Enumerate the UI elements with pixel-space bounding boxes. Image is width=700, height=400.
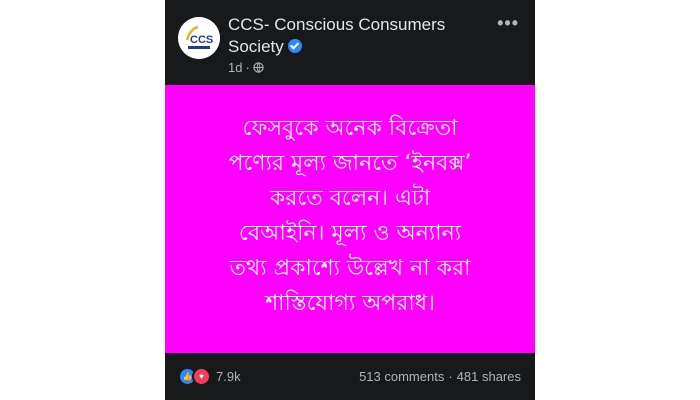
page-avatar[interactable]: CCS — [178, 17, 220, 59]
verified-badge-icon — [287, 39, 302, 53]
facebook-post: CCS CCS- Conscious Consumers Society 1d … — [165, 0, 535, 400]
globe-icon — [253, 62, 264, 73]
meta-separator: · — [245, 60, 250, 75]
post-stats: 👍 ♥ 7.9k 513 comments · 481 shares — [165, 366, 535, 386]
love-icon: ♥ — [192, 366, 211, 386]
post-text-line: ফেসবুকে অনেক বিক্রেতা — [242, 116, 458, 141]
stats-separator: · — [448, 368, 453, 384]
avatar-logo-text: CCS — [190, 34, 213, 46]
page-name[interactable]: CCS- Conscious Consumers Society — [228, 14, 488, 58]
post-text-line: বেআইনি। মূল্য ও অন্যান্য — [238, 221, 462, 246]
post-text: ফেসবুকে অনেক বিক্রেতা পণ্যের মূল্য জানতে… — [200, 111, 500, 321]
engagement-counts: 513 comments · 481 shares — [359, 369, 521, 384]
post-time[interactable]: 1d — [228, 60, 242, 75]
reactions-summary[interactable]: 👍 ♥ 7.9k — [178, 366, 241, 386]
post-meta: 1d · — [228, 60, 264, 75]
post-text-line: শাস্তিযোগ্য অপরাধ। — [265, 291, 435, 316]
post-background-card: ফেসবুকে অনেক বিক্রেতা পণ্যের মূল্য জানতে… — [165, 85, 535, 353]
shares-count[interactable]: 481 shares — [457, 369, 521, 384]
page-name-text[interactable]: CCS- Conscious Consumers Society — [228, 15, 445, 56]
post-text-line: তথ্য প্রকাশ্যে উল্লেখ না করা — [229, 256, 471, 281]
more-options-icon[interactable]: ••• — [497, 14, 519, 32]
reactions-count[interactable]: 7.9k — [216, 369, 241, 384]
post-text-line: করতে বলেন। এটা — [269, 186, 431, 211]
post-text-line: পণ্যের মূল্য জানতে ‘ইনবক্স’ — [228, 151, 472, 176]
comments-count[interactable]: 513 comments — [359, 369, 444, 384]
